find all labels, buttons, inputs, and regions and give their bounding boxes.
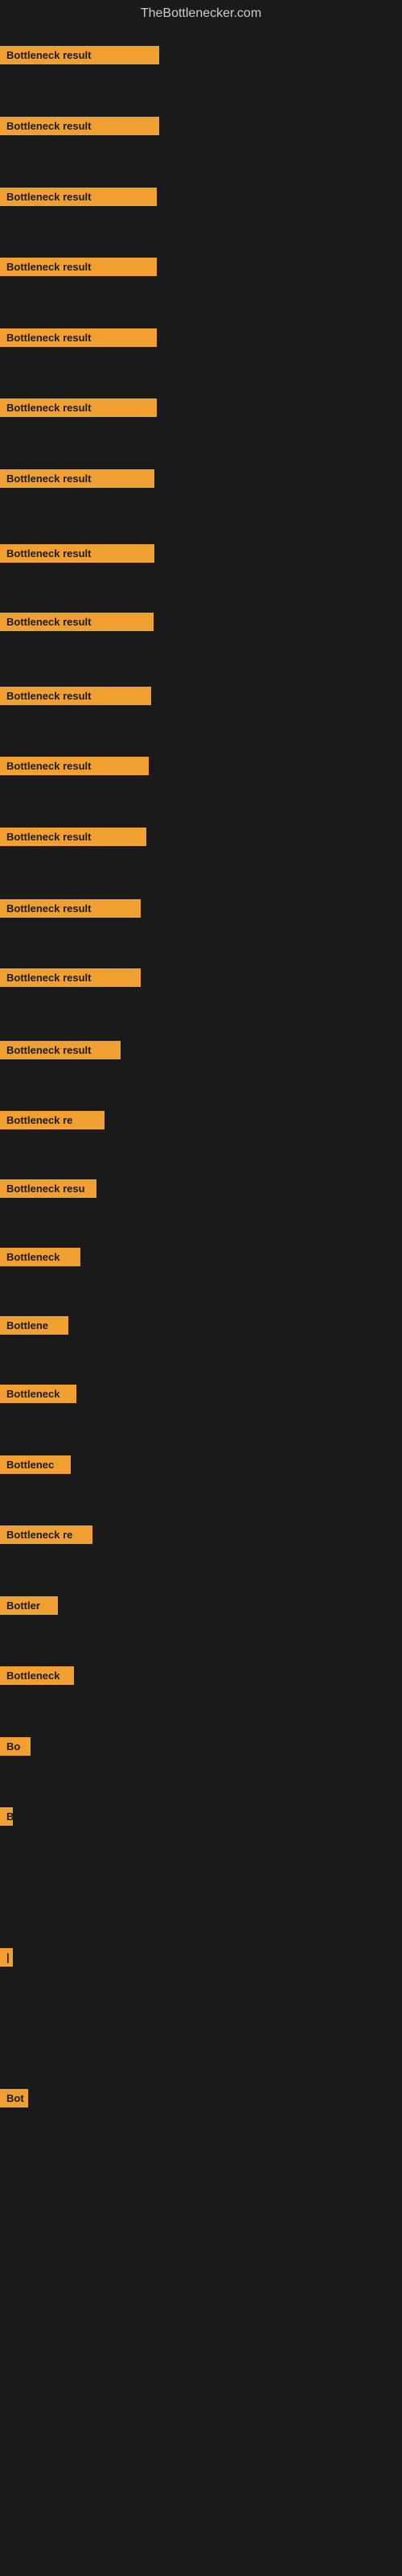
bottleneck-result-label: | xyxy=(0,1948,13,1967)
bottleneck-result-label: Bottleneck result xyxy=(0,398,157,417)
bottleneck-result-label: Bottleneck result xyxy=(0,828,146,846)
bottleneck-result-label: Bottleneck xyxy=(0,1248,80,1266)
bottleneck-result-label: Bottleneck result xyxy=(0,188,157,206)
bottleneck-result-label: Bottleneck result xyxy=(0,687,151,705)
bottleneck-result-label: Bottlene xyxy=(0,1316,68,1335)
bottleneck-result-label: Bottleneck result xyxy=(0,968,141,987)
bottleneck-result-label: Bot xyxy=(0,2089,28,2107)
site-title: TheBottlenecker.com xyxy=(0,0,402,27)
bottleneck-result-label: Bottleneck result xyxy=(0,328,157,347)
bottleneck-result-label: Bottleneck xyxy=(0,1385,76,1403)
bottleneck-result-label: Bottleneck result xyxy=(0,757,149,775)
bottleneck-result-label: Bottleneck result xyxy=(0,613,154,631)
bottleneck-result-label: Bottleneck re xyxy=(0,1525,92,1544)
bottleneck-result-label: Bottleneck result xyxy=(0,258,157,276)
bottleneck-result-label: Bottleneck result xyxy=(0,544,154,563)
bottleneck-result-label: Bottlenec xyxy=(0,1455,71,1474)
bottleneck-result-label: Bottleneck re xyxy=(0,1111,105,1129)
bottleneck-result-label: Bottleneck result xyxy=(0,1041,121,1059)
bottleneck-result-label: Bottleneck resu xyxy=(0,1179,96,1198)
bottleneck-result-label: B xyxy=(0,1807,13,1826)
bottleneck-result-label: Bottler xyxy=(0,1596,58,1615)
bottleneck-result-label: Bottleneck result xyxy=(0,117,159,135)
bottleneck-result-label: Bottleneck xyxy=(0,1666,74,1685)
bottleneck-result-label: Bottleneck result xyxy=(0,469,154,488)
bottleneck-result-label: Bottleneck result xyxy=(0,899,141,918)
bottleneck-result-label: Bo xyxy=(0,1737,31,1756)
bottleneck-result-label: Bottleneck result xyxy=(0,46,159,64)
